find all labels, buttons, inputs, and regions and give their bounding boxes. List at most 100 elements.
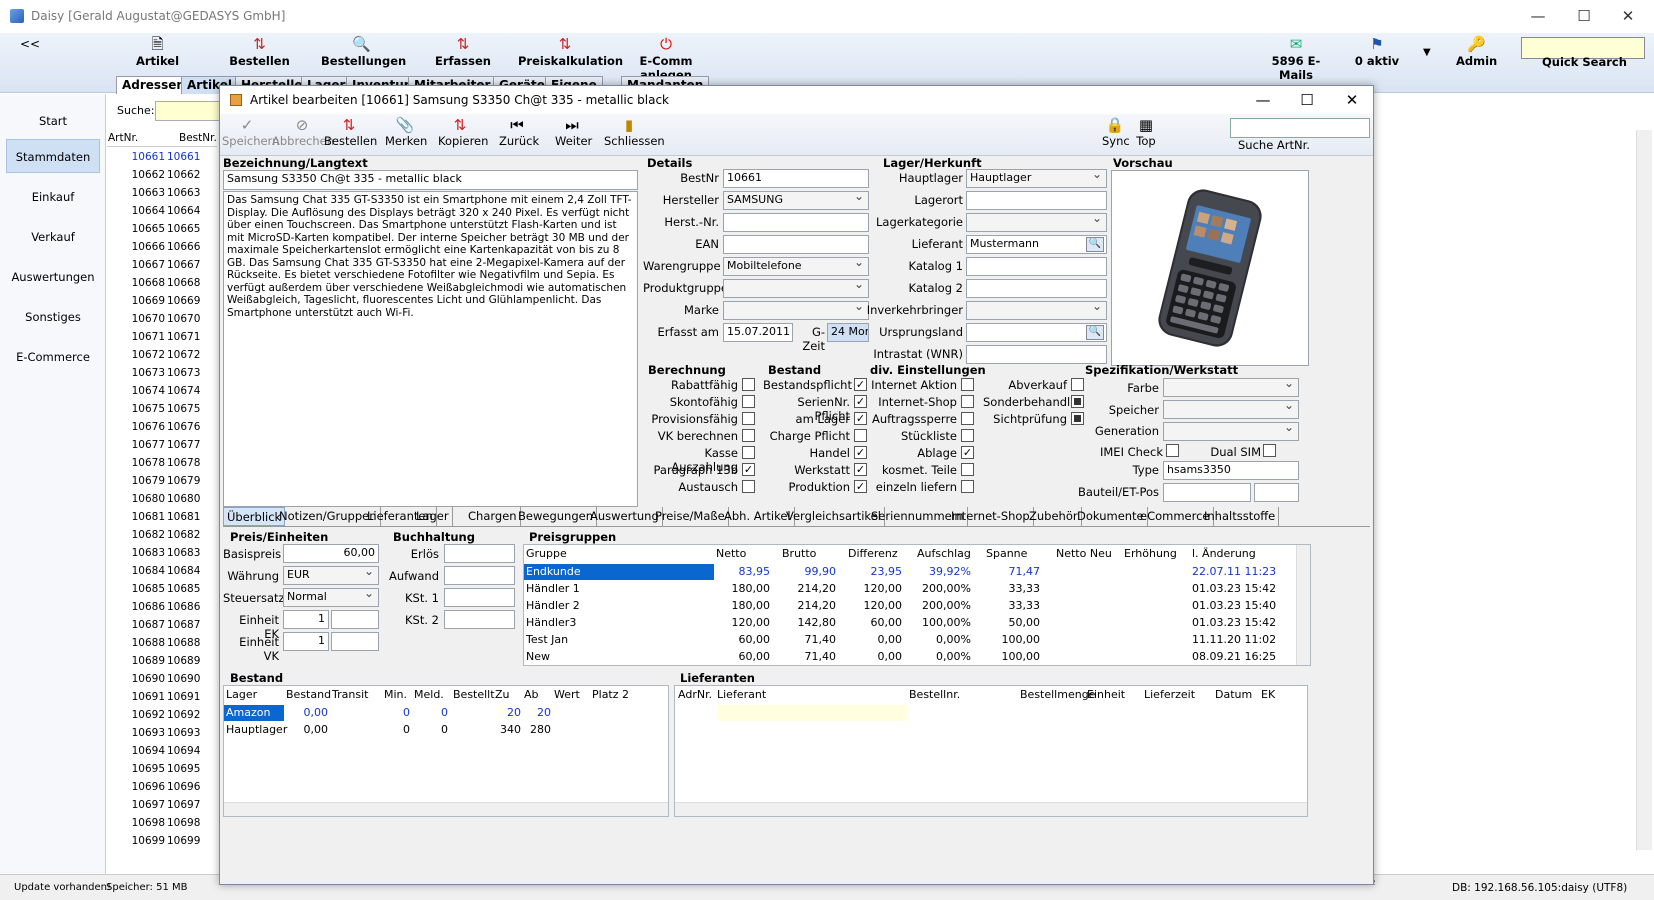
produktgruppe-select[interactable] [723,279,869,298]
lieferant-lookup-icon[interactable]: 🔍 [1086,237,1104,252]
waehrung-select[interactable]: EUR [283,566,379,585]
list-item[interactable]: 10689 10689 [107,652,217,670]
preisgruppen-cell[interactable]: 100,00% [909,616,971,629]
preisgruppen-cell[interactable]: 50,00 [978,616,1041,629]
back-button[interactable]: ⏮ Zurück [499,116,539,148]
list-item[interactable]: 10699 10699 [107,832,217,850]
bestand-cell[interactable]: Amazon [226,706,270,719]
list-item[interactable]: 10680 10680 [107,490,217,508]
list-item[interactable]: 10690 10690 [107,670,217,688]
dialog-minimize-button[interactable]: — [1248,90,1278,110]
bestand-header[interactable]: Ab [524,688,539,701]
lieferanten-header[interactable]: Lieferzeit [1144,688,1195,701]
herstnr-input[interactable] [723,213,869,232]
checkbox[interactable] [961,412,974,425]
checkbox[interactable] [742,412,755,425]
close-dialog-button[interactable]: ▮ Schliessen [604,116,665,148]
toolbar-emails-button[interactable]: ✉ 5896 E-Mails [1256,35,1336,82]
bestand-cell[interactable]: 0 [388,723,448,736]
preisgruppen-cell[interactable]: 99,90 [774,565,837,578]
nav-verkauf[interactable]: Verkauf [6,220,100,254]
search-artnr-input[interactable] [1230,118,1370,138]
bestand-header[interactable]: Bestand [286,688,331,701]
dialog-maximize-button[interactable]: ☐ [1292,90,1322,110]
minimize-button[interactable]: — [1524,6,1552,26]
preisgruppen-header[interactable]: Erhöhung [1124,547,1177,560]
bestand-header[interactable]: Min. [384,688,407,701]
bestand-cell[interactable]: 0,00 [268,706,329,719]
list-item[interactable]: 10679 10679 [107,472,217,490]
bestand-hscrollbar[interactable] [224,802,668,816]
lagerkategorie-select[interactable] [966,213,1107,232]
detail-tab[interactable]: Chargen [465,507,521,526]
warengruppe-select[interactable]: Mobiltelefone [723,257,869,276]
checkbox[interactable] [742,429,755,442]
bestand-cell[interactable]: 20 [491,706,551,719]
list-item[interactable]: 10683 10683 [107,544,217,562]
top-button[interactable]: ▦ Top [1133,116,1159,148]
steuersatz-select[interactable]: Normal [283,588,379,607]
list-item[interactable]: 10664 10664 [107,202,217,220]
nav-start[interactable]: Start [6,104,100,138]
toolbar-ecomm-button[interactable]: ⏻ E-Comm anlegen [618,35,714,82]
preisgruppen-header[interactable]: Aufschlag [917,547,971,560]
collapse-button[interactable]: << [20,37,40,51]
lagerort-input[interactable] [966,191,1107,210]
preisgruppen-cell[interactable]: 01.03.23 15:40 [1192,599,1276,612]
detail-tab[interactable]: Lager [413,507,453,526]
basispreis-input[interactable]: 60,00 [283,544,379,563]
save-button[interactable]: ✓ Speichern [222,116,279,148]
preisgruppen-header[interactable]: Netto [716,547,746,560]
lieferanten-header[interactable]: Bestellmenge [1020,688,1095,701]
next-button[interactable]: ⏭ Weiter [555,116,592,148]
preisgruppen-cell[interactable]: 33,33 [978,582,1041,595]
preisgruppen-header[interactable]: Netto Neu [1056,547,1112,560]
checkbox[interactable] [961,463,974,476]
bestand-header[interactable]: Lager [226,688,257,701]
bestand-cell[interactable]: 0 [388,706,448,719]
preisgruppen-cell[interactable]: 0,00% [909,650,971,663]
checkbox[interactable]: ✓ [961,446,974,459]
checkbox[interactable] [961,480,974,493]
list-item[interactable]: 10694 10694 [107,742,217,760]
ursprungsland-lookup-icon[interactable]: 🔍 [1086,325,1104,340]
bestand-header[interactable]: Zu [495,688,510,701]
list-item[interactable]: 10663 10663 [107,184,217,202]
type-input[interactable]: hsams3350 [1163,461,1299,480]
list-item[interactable]: 10696 10696 [107,778,217,796]
toolbar-admin-button[interactable]: 🔑 Admin [1456,35,1497,68]
etpos-input[interactable] [1254,483,1299,502]
preisgruppen-cell[interactable]: 22.07.11 11:23 [1192,565,1276,578]
bestand-header[interactable]: Platz 2 [592,688,629,701]
list-item[interactable]: 10681 10681 [107,508,217,526]
bestand-cell[interactable]: 280 [491,723,551,736]
search-input[interactable] [155,101,225,121]
kst2-input[interactable] [444,610,515,629]
bestand-header[interactable]: Bestellt [453,688,495,701]
preisgruppen-cell[interactable]: 214,20 [774,599,837,612]
preisgruppen-header[interactable]: l. Änderung [1192,547,1256,560]
katalog2-input[interactable] [966,279,1107,298]
preisgruppen-cell[interactable]: 71,40 [774,633,837,646]
toolbar-artikel-button[interactable]: 🗎 Artikel [130,35,185,68]
preisgruppen-cell[interactable]: 11.11.20 11:02 [1192,633,1276,646]
inverkehrbringer-select[interactable] [966,301,1107,320]
lieferanten-header[interactable]: Lieferant [717,688,766,701]
lieferanten-header[interactable]: Bestellnr. [909,688,960,701]
dialog-close-button[interactable]: ✕ [1337,90,1367,110]
detail-tab[interactable]: Bewegungen [515,507,597,526]
bestnr-input[interactable]: 10661 [723,169,869,188]
preisgruppen-cell[interactable]: 39,92% [909,565,971,578]
nav-ecommerce[interactable]: E-Commerce [6,340,100,374]
toolbar-bestellen-button[interactable]: ⇅ Bestellen [227,35,292,68]
preisgruppen-cell[interactable]: 60,00 [708,633,771,646]
preisgruppen-cell[interactable]: 23,95 [840,565,903,578]
list-item[interactable]: 10671 10671 [107,328,217,346]
bestand-header[interactable]: Meld. [414,688,444,701]
checkbox[interactable] [961,429,974,442]
preisgruppen-cell[interactable]: Endkunde [526,565,581,578]
tab-adressen[interactable]: Adressen [116,76,191,94]
einheit-vk-input[interactable]: 1 [283,632,329,651]
nav-sonstiges[interactable]: Sonstiges [6,300,100,334]
preisgruppen-header[interactable]: Differenz [848,547,898,560]
